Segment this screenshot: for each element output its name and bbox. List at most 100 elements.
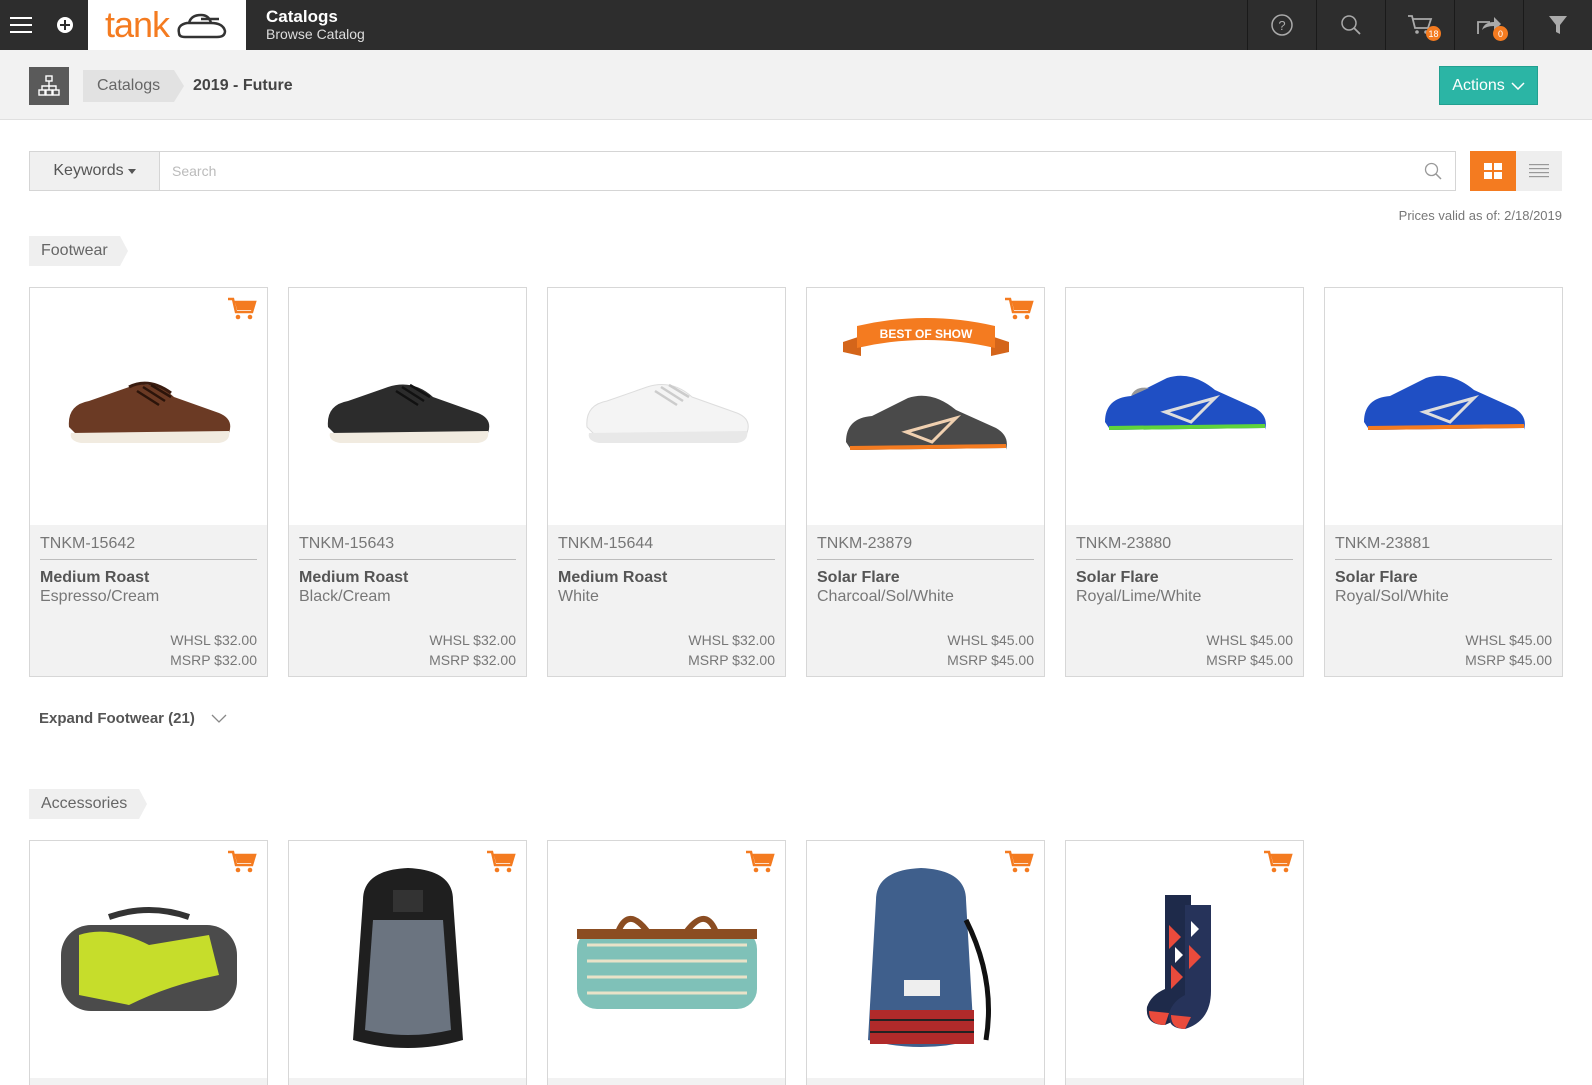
- product-color: White: [558, 588, 599, 605]
- wholesale-price: WHSL $45.00: [1465, 632, 1552, 648]
- tank-logo-icon: [177, 13, 227, 39]
- expand-footwear-toggle[interactable]: Expand Footwear (21): [39, 710, 227, 727]
- add-to-cart-icon[interactable]: [227, 297, 257, 326]
- product-sku: TNKM-23881: [1335, 535, 1552, 560]
- add-to-cart-icon[interactable]: [1263, 850, 1293, 879]
- app-title: Catalogs Browse Catalog: [246, 0, 365, 50]
- breadcrumb-catalogs[interactable]: Catalogs: [83, 70, 185, 102]
- cart-count-badge: 18: [1426, 26, 1441, 41]
- product-color: Charcoal/Sol/White: [817, 588, 954, 605]
- add-to-cart-icon[interactable]: [227, 850, 257, 879]
- grid-icon: [1484, 163, 1502, 179]
- tank-logo[interactable]: tank: [88, 0, 246, 50]
- product-card[interactable]: TNKM-15643 Medium Roast Black/Cream WHSL…: [288, 287, 527, 677]
- product-card[interactable]: TNKM-23880 Solar Flare Royal/Lime/White …: [1065, 287, 1304, 677]
- search-input[interactable]: [160, 152, 1411, 190]
- product-prices: WHSL $32.00 MSRP $32.00: [429, 630, 516, 670]
- product-sku: TNKM-15644: [558, 535, 775, 560]
- chevron-down-icon: [1511, 81, 1525, 90]
- actions-button[interactable]: Actions: [1439, 66, 1538, 105]
- add-icon[interactable]: [42, 0, 88, 50]
- product-info: TNKM-23880 Solar Flare Royal/Lime/White …: [1066, 525, 1303, 676]
- product-card[interactable]: [288, 840, 527, 1085]
- add-to-cart-icon[interactable]: [745, 850, 775, 879]
- add-to-cart-icon[interactable]: [1004, 850, 1034, 879]
- wholesale-price: WHSL $45.00: [947, 632, 1034, 648]
- search-bar: Keywords: [29, 151, 1456, 191]
- white-sneaker-image[interactable]: [548, 288, 785, 525]
- product-color: Royal/Lime/White: [1076, 588, 1202, 605]
- wholesale-price: WHSL $32.00: [170, 632, 257, 648]
- msrp-price: MSRP $45.00: [1465, 652, 1552, 668]
- product-prices: WHSL $45.00 MSRP $45.00: [1206, 630, 1293, 670]
- product-prices: WHSL $32.00 MSRP $32.00: [688, 630, 775, 670]
- keywords-dropdown[interactable]: Keywords: [30, 152, 160, 190]
- product-card[interactable]: TNKM-15644 Medium Roast White WHSL $32.0…: [547, 287, 786, 677]
- wholesale-price: WHSL $32.00: [688, 632, 775, 648]
- help-icon[interactable]: ?: [1247, 0, 1316, 50]
- svg-text:?: ?: [1278, 18, 1285, 33]
- breadcrumb-bar: Catalogs 2019 - Future Actions: [0, 50, 1592, 120]
- msrp-price: MSRP $32.00: [170, 652, 257, 668]
- royal-orange-running-shoe-image[interactable]: [1325, 288, 1562, 525]
- card-footer: [1066, 1078, 1303, 1085]
- top-bar: tank Catalogs Browse Catalog ? 18 0: [0, 0, 1592, 50]
- chevron-down-icon: [211, 714, 227, 723]
- prices-valid-date: Prices valid as of: 2/18/2019: [1398, 208, 1562, 223]
- product-card[interactable]: BEST OF SHOW TNKM-23879 Solar Flare Char…: [806, 287, 1045, 677]
- product-name: Solar Flare: [1335, 569, 1418, 586]
- section-accessories: Accessories: [29, 789, 148, 819]
- product-color: Royal/Sol/White: [1335, 588, 1449, 605]
- royal-lime-running-shoe-image[interactable]: [1066, 288, 1303, 525]
- product-card[interactable]: TNKM-15642 Medium Roast Espresso/Cream W…: [29, 287, 268, 677]
- product-sku: TNKM-23880: [1076, 535, 1293, 560]
- black-sneaker-image[interactable]: [289, 288, 526, 525]
- filter-icon[interactable]: [1523, 0, 1592, 50]
- product-name: Solar Flare: [817, 569, 900, 586]
- top-icon-group: ? 18 0: [1247, 0, 1592, 50]
- product-card[interactable]: [547, 840, 786, 1085]
- search-submit-icon[interactable]: [1411, 152, 1455, 190]
- hamburger-menu-icon[interactable]: [0, 0, 42, 50]
- product-card[interactable]: [29, 840, 268, 1085]
- logo-text: tank: [104, 4, 170, 45]
- msrp-price: MSRP $32.00: [429, 652, 516, 668]
- hierarchy-icon[interactable]: [29, 67, 69, 105]
- product-card[interactable]: [806, 840, 1045, 1085]
- share-count-badge: 0: [1493, 26, 1508, 41]
- cart-icon[interactable]: 18: [1385, 0, 1454, 50]
- caret-down-icon: [127, 168, 136, 174]
- product-card[interactable]: TNKM-23881 Solar Flare Royal/Sol/White W…: [1324, 287, 1563, 677]
- card-footer: [807, 1078, 1044, 1085]
- msrp-price: MSRP $45.00: [947, 652, 1034, 668]
- page-title: Catalogs: [266, 7, 338, 26]
- card-footer: [548, 1078, 785, 1085]
- product-prices: WHSL $45.00 MSRP $45.00: [947, 630, 1034, 670]
- share-icon[interactable]: 0: [1454, 0, 1523, 50]
- product-name: Medium Roast: [558, 569, 668, 586]
- add-to-cart-icon[interactable]: [1004, 297, 1034, 326]
- product-prices: WHSL $32.00 MSRP $32.00: [170, 630, 257, 670]
- breadcrumb-current: 2019 - Future: [193, 77, 293, 94]
- add-to-cart-icon[interactable]: [486, 850, 516, 879]
- keywords-label: Keywords: [53, 162, 124, 179]
- card-footer: [289, 1078, 526, 1085]
- expand-footwear-label: Expand Footwear (21): [39, 710, 195, 727]
- product-name: Medium Roast: [299, 569, 409, 586]
- product-card[interactable]: [1065, 840, 1304, 1085]
- page-subtitle: Browse Catalog: [266, 26, 365, 42]
- product-sku: TNKM-15642: [40, 535, 257, 560]
- wholesale-price: WHSL $45.00: [1206, 632, 1293, 648]
- ribbon-text: BEST OF SHOW: [880, 327, 973, 341]
- product-sku: TNKM-15643: [299, 535, 516, 560]
- card-footer: [30, 1078, 267, 1085]
- grid-view-button[interactable]: [1470, 151, 1516, 191]
- list-view-button[interactable]: [1516, 151, 1562, 191]
- product-color: Espresso/Cream: [40, 588, 160, 605]
- section-footwear: Footwear: [29, 236, 128, 266]
- product-info: TNKM-15642 Medium Roast Espresso/Cream W…: [30, 525, 267, 676]
- search-icon[interactable]: [1316, 0, 1385, 50]
- product-sku: TNKM-23879: [817, 535, 1034, 560]
- product-name: Solar Flare: [1076, 569, 1159, 586]
- wholesale-price: WHSL $32.00: [429, 632, 516, 648]
